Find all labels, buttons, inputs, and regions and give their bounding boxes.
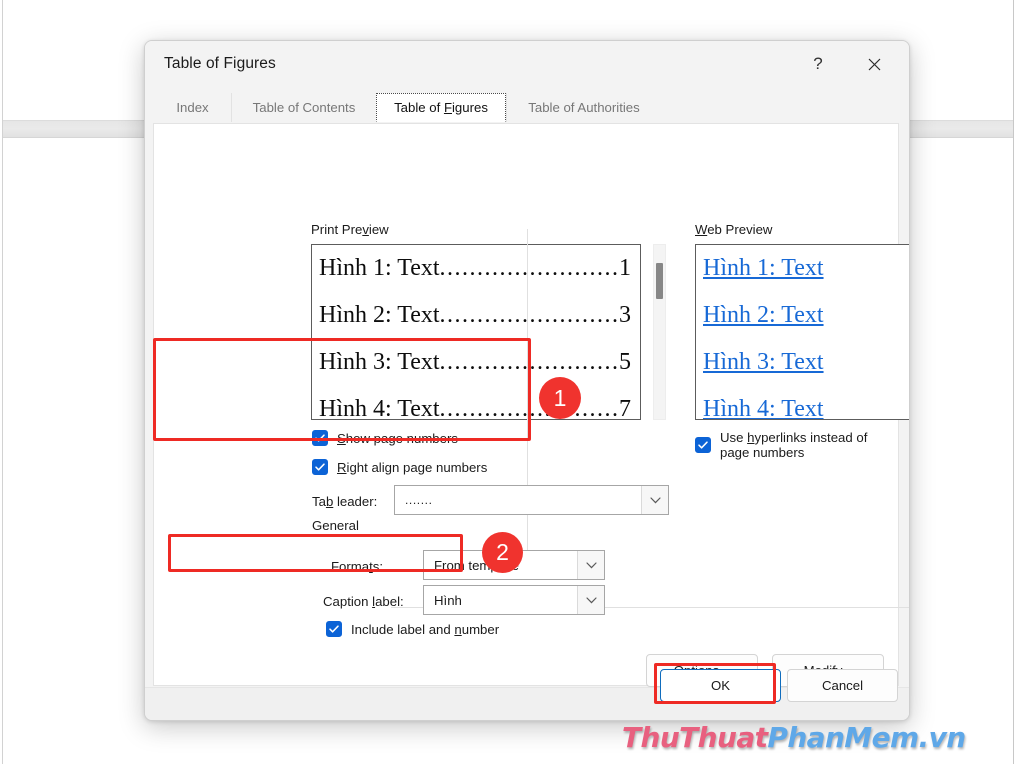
chevron-down-icon[interactable] <box>577 586 604 614</box>
include-label-and-number-label: Include label and number <box>351 621 500 637</box>
dialog-content-panel: Print Preview Web Preview Hình 1: Text .… <box>153 123 909 687</box>
annotation-badge-1: 1 <box>539 377 581 419</box>
checkbox-checked-icon <box>695 437 711 453</box>
general-group-label: General <box>312 518 359 533</box>
dialog-titlebar: Table of Figures ? <box>145 41 909 89</box>
tab-table-of-authorities-label: Table of Authorities <box>528 100 640 115</box>
caption-label-label: Caption label: <box>323 594 404 609</box>
print-preview-scrollbar-thumb[interactable] <box>656 263 663 299</box>
dialog-tabstrip: Index Table of Contents Table of Figures… <box>145 93 909 123</box>
print-preview-line-label: Hình 1: Text <box>319 255 440 281</box>
show-page-numbers-label: Show page numbers <box>337 430 458 446</box>
tab-table-of-contents[interactable]: Table of Contents <box>231 93 376 122</box>
print-preview-line-label: Hình 4: Text <box>319 396 440 420</box>
print-preview-line: Hình 4: Text ...........................… <box>312 386 640 420</box>
print-preview-line-leader: .............................. <box>439 349 619 375</box>
checkbox-checked-icon <box>312 459 328 475</box>
include-label-and-number-checkbox[interactable]: Include label and number <box>326 621 499 637</box>
tab-leader-value: ....... <box>405 493 433 507</box>
print-preview-line-label: Hình 2: Text <box>319 302 440 328</box>
help-icon[interactable]: ? <box>799 47 837 81</box>
use-hyperlinks-label: Use hyperlinks instead of page numbers <box>720 430 868 460</box>
tab-table-of-authorities[interactable]: Table of Authorities <box>506 93 661 122</box>
annotation-badge-2-number: 2 <box>496 539 509 565</box>
formats-label: Formats: <box>331 559 384 574</box>
watermark-part2: PhanMem <box>767 721 919 754</box>
tab-table-of-figures[interactable]: Table of Figures <box>376 93 506 122</box>
table-of-figures-dialog: Table of Figures ? Index Table of Conten… <box>144 40 910 721</box>
checkbox-checked-icon <box>312 430 328 446</box>
print-preview-line-page: 5 <box>619 349 631 375</box>
panel-column-divider <box>527 229 528 579</box>
annotation-badge-2: 2 <box>482 532 523 573</box>
ok-button-label: OK <box>710 678 731 693</box>
tab-leader-label: Tab leader: <box>312 494 378 509</box>
caption-label-combobox[interactable]: Hình <box>423 585 605 615</box>
use-hyperlinks-checkbox[interactable]: Use hyperlinks instead of page numbers <box>695 430 898 460</box>
print-preview-line-page: 3 <box>619 302 631 328</box>
watermark-part1: ThuThuat <box>622 721 768 754</box>
print-preview-box: Hình 1: Text ...........................… <box>311 244 641 420</box>
right-align-page-numbers-checkbox[interactable]: Right align page numbers <box>312 459 487 475</box>
tab-leader-combobox[interactable]: ....... <box>394 485 669 515</box>
close-icon[interactable] <box>855 47 893 81</box>
checkbox-checked-icon <box>326 621 342 637</box>
print-preview-line-page: 7 <box>619 396 631 420</box>
annotation-badge-1-number: 1 <box>553 384 567 411</box>
tab-index-label: Index <box>176 100 209 115</box>
print-preview-line: Hình 1: Text ...........................… <box>312 245 640 292</box>
watermark: ThuThuatPhanMem.vn <box>622 721 966 754</box>
web-preview-link: Hình 2: Text <box>703 302 824 328</box>
cancel-button-label: Cancel <box>821 678 864 693</box>
web-preview-link: Hình 4: Text <box>703 396 824 420</box>
web-preview-box: Hình 1: Text Hình 2: Text Hình 3: Text H… <box>695 244 909 420</box>
web-preview-link: Hình 1: Text <box>703 255 824 281</box>
chevron-down-icon[interactable] <box>577 551 604 579</box>
chevron-down-icon[interactable] <box>641 486 668 514</box>
print-preview-line-label: Hình 3: Text <box>319 349 440 375</box>
print-preview-line-page: 1 <box>619 255 631 281</box>
web-preview-label: Web Preview <box>695 222 773 237</box>
print-preview-line-leader: .............................. <box>439 302 619 328</box>
screen: Table of Figures ? Index Table of Conten… <box>0 0 1017 764</box>
background-right-rule <box>1013 0 1014 764</box>
tab-index[interactable]: Index <box>154 93 231 122</box>
cancel-button[interactable]: Cancel <box>787 669 898 702</box>
print-preview-line-leader: .............................. <box>439 396 619 420</box>
tab-table-of-contents-label: Table of Contents <box>252 100 356 115</box>
print-preview-line-leader: .............................. <box>439 255 619 281</box>
show-page-numbers-checkbox[interactable]: Show page numbers <box>312 430 458 446</box>
print-preview-scrollbar[interactable] <box>653 244 666 420</box>
print-preview-label: Print Preview <box>311 222 389 237</box>
dialog-title: Table of Figures <box>164 55 276 72</box>
ok-button[interactable]: OK <box>660 669 781 702</box>
caption-label-value: Hình <box>434 592 462 608</box>
right-align-page-numbers-label: Right align page numbers <box>337 459 488 475</box>
web-preview-link: Hình 3: Text <box>703 349 824 375</box>
background-left-rule <box>2 0 3 764</box>
watermark-part3: .vn <box>918 721 967 754</box>
print-preview-line: Hình 3: Text ...........................… <box>312 339 640 386</box>
print-preview-line: Hình 2: Text ...........................… <box>312 292 640 339</box>
tab-table-of-figures-label: Table of Figures <box>394 100 488 115</box>
